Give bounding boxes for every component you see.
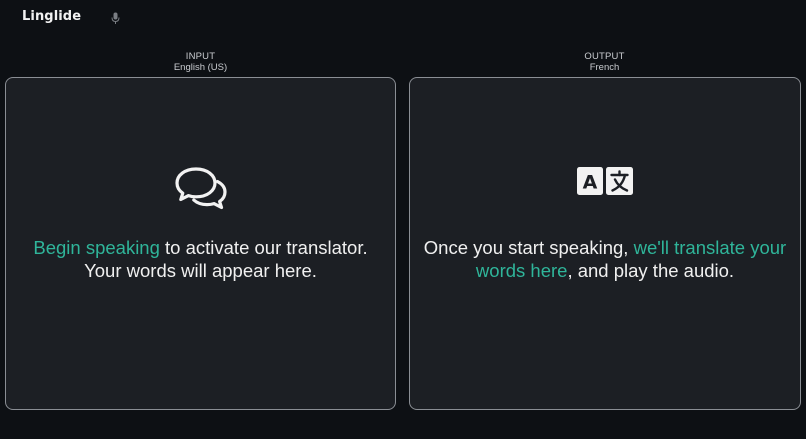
- input-title: INPUT: [185, 51, 216, 62]
- input-placeholder-message: Begin speaking to activate our translato…: [6, 236, 395, 282]
- input-panel-header: INPUT English (US): [5, 51, 396, 73]
- translate-icon-letter: A: [583, 172, 598, 194]
- chat-bubbles-icon: [174, 167, 227, 210]
- microphone-button[interactable]: [109, 10, 122, 26]
- input-message-rest: to activate our translator.: [159, 237, 368, 258]
- output-message-start: Once you start speaking,: [423, 237, 634, 258]
- output-panel-header: OUTPUT French: [409, 51, 800, 73]
- input-message-line2: Your words will appear here.: [84, 260, 317, 281]
- microphone-icon: [111, 12, 120, 24]
- top-bar: Linglide: [0, 0, 806, 36]
- input-panel: Begin speaking to activate our translato…: [5, 77, 396, 410]
- input-message-accent: Begin speaking: [33, 237, 160, 258]
- output-title: OUTPUT: [584, 51, 625, 62]
- input-language: English (US): [173, 62, 228, 73]
- app-root: Linglide INPUT English (US) OUTPUT Frenc…: [0, 0, 806, 439]
- translate-icon: A: [577, 167, 633, 195]
- output-message-end: , and play the audio.: [567, 260, 735, 281]
- output-language: French: [589, 62, 620, 73]
- output-placeholder-message: Once you start speaking, we'll translate…: [410, 236, 800, 282]
- output-panel: A Once you start speaking, we'll transla…: [409, 77, 801, 410]
- app-logo: Linglide: [22, 9, 82, 24]
